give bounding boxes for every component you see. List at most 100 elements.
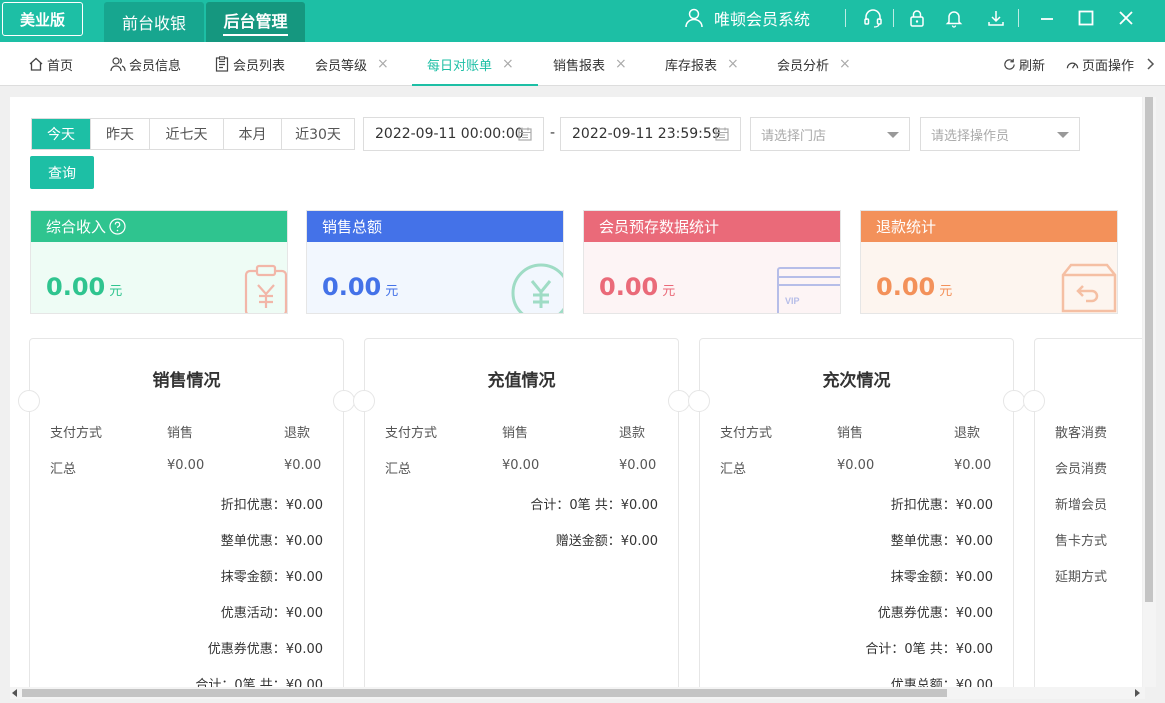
tab-member-level[interactable]: 会员等级 × — [315, 42, 389, 86]
system-user[interactable]: 唯顿会员系统 — [684, 6, 810, 30]
help-icon[interactable] — [109, 218, 126, 235]
stat-row: 整单优惠：¥0.00 — [221, 530, 323, 549]
close-tab-icon[interactable]: × — [839, 56, 851, 72]
stat-value: ¥0.00 — [285, 678, 323, 687]
stat-value: ¥0.00 — [955, 534, 993, 549]
scroll-right-icon[interactable] — [1134, 689, 1140, 697]
col-sales: 销售 — [167, 426, 194, 441]
close-tab-icon[interactable]: × — [727, 56, 739, 72]
member-stat-label: 售卡方式 — [1055, 534, 1108, 549]
card-refund: 退款统计 0.00 元 — [860, 210, 1118, 314]
tab-sales-report[interactable]: 销售报表 × — [553, 42, 627, 86]
title-bar: 美业版 前台收银 后台管理 唯顿会员系统 — [0, 0, 1165, 42]
stat-label: 优惠券优惠： — [207, 642, 286, 657]
lock-icon[interactable] — [907, 8, 927, 28]
scroll-left-icon[interactable] — [12, 689, 18, 697]
receipt-yuan-icon — [244, 264, 287, 313]
tab-member-info[interactable]: 会员信息 — [110, 42, 181, 86]
card-sales-total: 销售总额 0.00 元 — [306, 210, 564, 314]
summary-label: 汇总 — [385, 462, 412, 477]
horizontal-scrollbar[interactable] — [10, 687, 1145, 699]
refresh-button[interactable]: 刷新 — [1003, 42, 1045, 86]
summary-refund: ¥0.00 — [954, 458, 992, 473]
panel-notch — [353, 390, 375, 412]
close-tab-icon[interactable]: × — [502, 56, 514, 72]
chevron-right-icon[interactable] — [1145, 58, 1155, 70]
close-tab-icon[interactable]: × — [615, 56, 627, 72]
minimize-icon[interactable] — [1037, 8, 1057, 28]
calendar-icon — [518, 127, 532, 141]
stat-row: 优惠券优惠：¥0.00 — [208, 638, 323, 657]
vertical-scrollbar[interactable] — [1143, 97, 1156, 687]
end-datetime-value: 2022-09-11 23:59:59 — [572, 126, 721, 142]
tab-daily-statement[interactable]: 每日对账单 × — [412, 42, 538, 86]
query-button[interactable]: 查询 — [30, 156, 94, 189]
col-refund: 退款 — [954, 426, 981, 441]
vertical-scroll-thumb[interactable] — [1145, 97, 1153, 602]
tab-inventory-report[interactable]: 库存报表 × — [665, 42, 739, 86]
headset-icon[interactable] — [863, 8, 883, 28]
tab-member-list[interactable]: 会员列表 — [214, 42, 285, 86]
refresh-icon — [1004, 58, 1015, 70]
date-range-buttons: 今天 昨天 近七天 本月 近30天 — [31, 118, 355, 150]
summary-sales: ¥0.00 — [837, 458, 875, 473]
maximize-icon[interactable] — [1076, 8, 1096, 28]
date-30days-button[interactable]: 近30天 — [281, 119, 354, 149]
summary-sales: ¥0.00 — [167, 458, 205, 473]
tab-sales-report-label: 销售报表 — [553, 58, 606, 74]
system-name: 唯顿会员系统 — [714, 10, 811, 29]
card-value: 0.00 元 — [46, 273, 122, 301]
card-sales-total-header: 销售总额 — [307, 211, 563, 242]
refresh-label: 刷新 — [1019, 58, 1046, 74]
card-unit: 元 — [109, 284, 123, 299]
bell-icon[interactable] — [944, 8, 964, 28]
start-datetime-input[interactable]: 2022-09-11 00:00:00 — [363, 117, 544, 151]
operator-select[interactable]: 请选择操作员 — [920, 117, 1080, 151]
card-total-income-header: 综合收入 — [31, 211, 287, 242]
tab-member-analysis[interactable]: 会员分析 × — [777, 42, 851, 86]
stat-row: 整单优惠：¥0.00 — [891, 530, 993, 549]
stat-label: 整单优惠： — [890, 534, 956, 549]
member-stat-label: 延期方式 — [1055, 570, 1108, 585]
end-datetime-input[interactable]: 2022-09-11 23:59:59 — [560, 117, 741, 151]
col-refund: 退款 — [619, 426, 646, 441]
tab-front-cashier[interactable]: 前台收银 — [104, 2, 204, 42]
panel-title: 充值情况 — [487, 371, 556, 391]
panel-notch — [688, 390, 710, 412]
daily-statement-page: 今天 昨天 近七天 本月 近30天 2022-09-11 00:00:00 - … — [10, 97, 1142, 687]
card-title: 会员预存数据统计 — [599, 218, 720, 236]
stat-value: ¥0.00 — [285, 498, 323, 513]
panel-header-row: 支付方式 销售 退款 — [365, 422, 680, 441]
card-amount: 0.00 — [876, 273, 936, 301]
stat-label: 优惠活动： — [220, 606, 286, 621]
date-7days-button[interactable]: 近七天 — [149, 119, 223, 149]
date-yesterday-button[interactable]: 昨天 — [90, 119, 149, 149]
close-icon[interactable] — [1116, 8, 1136, 28]
tab-home-label: 首页 — [47, 58, 74, 74]
card-value: 0.00 元 — [599, 273, 675, 301]
col-sales: 销售 — [502, 426, 529, 441]
download-icon[interactable] — [986, 8, 1006, 28]
refund-box-icon — [1061, 263, 1117, 313]
tab-back-office[interactable]: 后台管理 — [206, 2, 305, 42]
card-amount: 0.00 — [599, 273, 659, 301]
page-ops-button[interactable]: 页面操作 — [1066, 42, 1134, 86]
date-month-button[interactable]: 本月 — [223, 119, 281, 149]
card-title: 综合收入 — [46, 218, 107, 236]
close-tab-icon[interactable]: × — [377, 56, 389, 72]
card-title: 销售总额 — [322, 218, 383, 236]
stat-row: 抹零金额：¥0.00 — [221, 566, 323, 585]
stat-label: 优惠券优惠： — [877, 606, 956, 621]
col-pay-method: 支付方式 — [720, 426, 773, 441]
stat-row: 折扣优惠：¥0.00 — [891, 494, 993, 513]
col-pay-method: 支付方式 — [50, 426, 103, 441]
date-today-button[interactable]: 今天 — [32, 119, 90, 149]
card-member-prepaid-header: 会员预存数据统计 — [584, 211, 840, 242]
store-select[interactable]: 请选择门店 — [750, 117, 910, 151]
horizontal-scroll-thumb[interactable] — [22, 689, 947, 697]
operator-select-placeholder: 请选择操作员 — [931, 128, 1010, 144]
tab-home[interactable]: 首页 — [28, 42, 73, 86]
panel-header-row: 支付方式 销售 退款 — [700, 422, 1015, 441]
caret-down-icon — [887, 132, 899, 138]
stat-row: 优惠总额：¥0.00 — [891, 674, 993, 687]
